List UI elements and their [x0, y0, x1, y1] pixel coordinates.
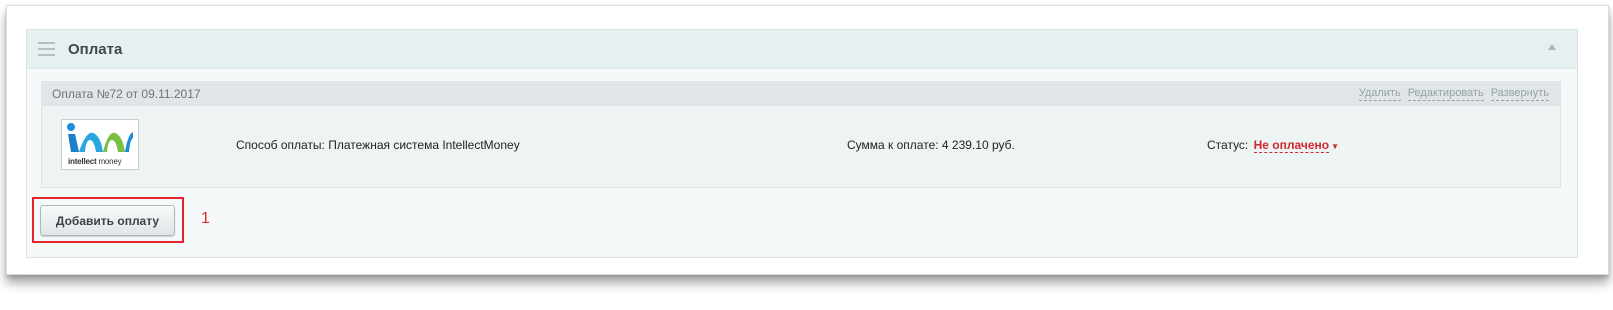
status-dropdown[interactable]: Не оплачено: [1253, 138, 1330, 153]
collapse-arrow-icon[interactable]: [1548, 44, 1556, 50]
payment-method: Способ оплаты: Платежная система Intelle…: [236, 138, 520, 152]
payment-status: Статус: Не оплачено ▼: [1207, 138, 1339, 153]
drag-handle-icon[interactable]: [38, 42, 55, 56]
delete-link[interactable]: Удалить: [1358, 87, 1401, 101]
payment-actions: Удалить Редактировать Развернуть: [1358, 87, 1549, 101]
logo-text: intellect money: [68, 157, 122, 166]
payment-title: Оплата №72 от 09.11.2017: [52, 87, 201, 101]
section-header: Оплата: [27, 30, 1577, 69]
payment-card-header: Оплата №72 от 09.11.2017 Удалить Редакти…: [42, 82, 1560, 106]
payment-card: Оплата №72 от 09.11.2017 Удалить Редакти…: [41, 81, 1561, 188]
expand-link[interactable]: Развернуть: [1490, 87, 1549, 101]
payment-section: Оплата Оплата №72 от 09.11.2017 Удалить …: [26, 29, 1578, 258]
edit-link[interactable]: Редактировать: [1407, 87, 1484, 101]
section-title: Оплата: [68, 40, 123, 58]
annotation-number: 1: [201, 210, 210, 227]
payment-card-body: intellect money Способ оплаты: Платежная…: [42, 106, 1560, 187]
intellectmoney-logo: intellect money: [61, 119, 139, 170]
payment-amount: Сумма к оплате: 4 239.10 руб.: [847, 138, 1015, 152]
status-label: Статус:: [1207, 138, 1249, 152]
dropdown-arrow-icon[interactable]: ▼: [1331, 142, 1339, 151]
annotation-highlight: [32, 197, 184, 243]
